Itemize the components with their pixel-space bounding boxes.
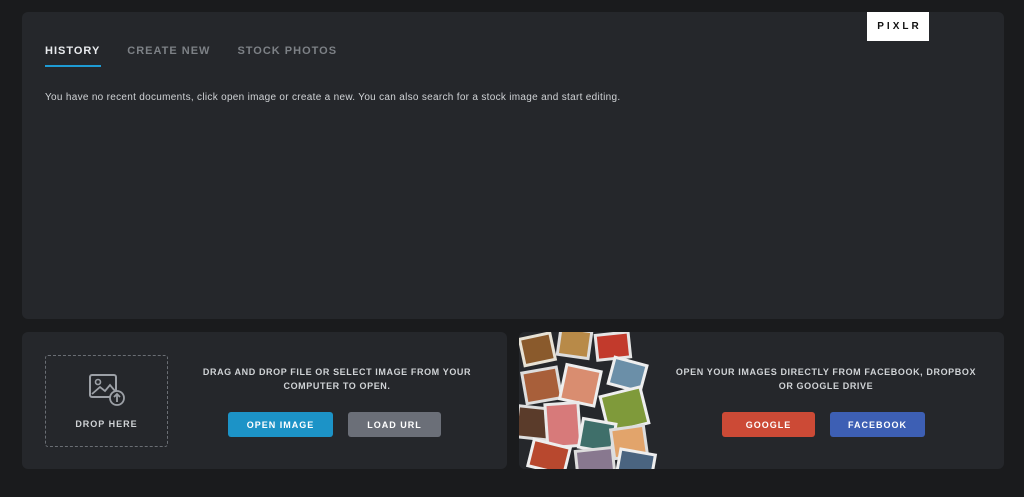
drop-caption-line-1: DRAG AND DROP FILE OR SELECT IMAGE FROM … xyxy=(202,367,472,377)
drop-caption-line-2: COMPUTER TO OPEN. xyxy=(283,381,391,391)
tab-bar: HISTORY CREATE NEW STOCK PHOTOS xyxy=(45,45,364,67)
tab-stock-photos[interactable]: STOCK PHOTOS xyxy=(237,45,337,67)
drop-zone-label: DROP HERE xyxy=(75,419,138,429)
drop-panel: DROP HERE DRAG AND DROP FILE OR SELECT I… xyxy=(22,332,507,469)
drop-zone[interactable]: DROP HERE xyxy=(45,355,168,447)
cloud-caption: OPEN YOUR IMAGES DIRECTLY FROM FACEBOOK,… xyxy=(661,365,991,393)
tab-create-new[interactable]: CREATE NEW xyxy=(127,45,210,67)
google-button[interactable]: GOOGLE xyxy=(722,412,815,437)
pixlr-logo[interactable]: PIXLR xyxy=(867,12,929,41)
tab-history[interactable]: HISTORY xyxy=(45,45,102,67)
open-image-button[interactable]: OPEN IMAGE xyxy=(228,412,333,437)
image-upload-icon xyxy=(88,374,125,406)
drop-caption: DRAG AND DROP FILE OR SELECT IMAGE FROM … xyxy=(187,365,487,393)
history-panel: PIXLR HISTORY CREATE NEW STOCK PHOTOS Yo… xyxy=(22,12,1004,319)
load-url-button[interactable]: LOAD URL xyxy=(348,412,441,437)
cloud-caption-line-2: OR GOOGLE DRIVE xyxy=(778,381,874,391)
cloud-caption-line-1: OPEN YOUR IMAGES DIRECTLY FROM FACEBOOK,… xyxy=(675,367,977,377)
photo-collage-image xyxy=(519,332,659,469)
facebook-button[interactable]: FACEBOOK xyxy=(830,412,925,437)
cloud-panel: OPEN YOUR IMAGES DIRECTLY FROM FACEBOOK,… xyxy=(519,332,1004,469)
empty-history-message: You have no recent documents, click open… xyxy=(45,92,621,103)
